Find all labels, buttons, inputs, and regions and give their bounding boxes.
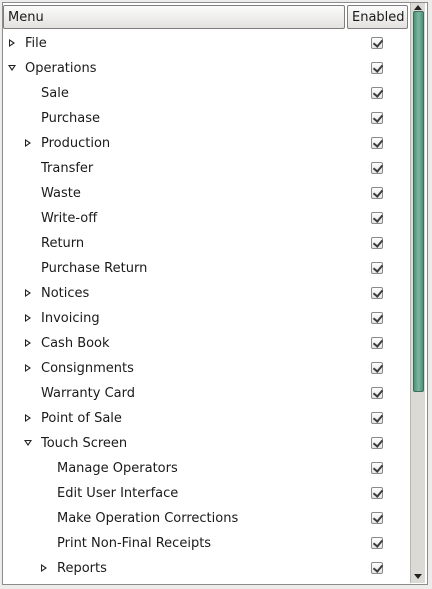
tree-row[interactable]: Warranty Card bbox=[3, 381, 408, 406]
tree-row-label: Write-off bbox=[41, 211, 98, 226]
tree-row[interactable]: Purchase Return bbox=[3, 256, 408, 281]
tree-row-label: Touch Screen bbox=[41, 436, 128, 451]
checkbox-checked-icon[interactable] bbox=[371, 62, 383, 74]
tree-row-label: Warranty Card bbox=[41, 386, 135, 401]
tree-row-label: Waste bbox=[41, 186, 81, 201]
scrollbar-thumb[interactable] bbox=[413, 11, 424, 392]
tree-row-label: Purchase Return bbox=[41, 261, 148, 276]
tree-row-label: Return bbox=[41, 236, 85, 251]
checkbox-checked-icon[interactable] bbox=[371, 162, 383, 174]
checkbox-checked-icon[interactable] bbox=[371, 262, 383, 274]
checkbox-checked-icon[interactable] bbox=[371, 137, 383, 149]
expander-collapsed-icon[interactable] bbox=[23, 363, 33, 373]
tree-row-label: Operations bbox=[25, 61, 97, 76]
tree-row[interactable]: Make Operation Corrections bbox=[3, 506, 408, 531]
tree-row[interactable]: Notices bbox=[3, 281, 408, 306]
tree-row[interactable]: Cash Book bbox=[3, 331, 408, 356]
column-header-enabled[interactable]: Enabled bbox=[347, 5, 408, 29]
tree-row[interactable]: Sale bbox=[3, 81, 408, 106]
expander-collapsed-icon[interactable] bbox=[7, 38, 17, 48]
tree-row-label: Make Operation Corrections bbox=[57, 511, 239, 526]
checkbox-checked-icon[interactable] bbox=[371, 387, 383, 399]
tree-row-label: Cash Book bbox=[41, 336, 110, 351]
checkbox-checked-icon[interactable] bbox=[371, 512, 383, 524]
tree-row[interactable]: Operations bbox=[3, 56, 408, 81]
tree-row[interactable]: Manage Operators bbox=[3, 456, 408, 481]
checkbox-checked-icon[interactable] bbox=[371, 287, 383, 299]
tree-row[interactable]: Consignments bbox=[3, 356, 408, 381]
checkbox-checked-icon[interactable] bbox=[371, 37, 383, 49]
checkbox-checked-icon[interactable] bbox=[371, 412, 383, 424]
checkbox-checked-icon[interactable] bbox=[371, 237, 383, 249]
column-header-bar: Menu Enabled bbox=[3, 3, 408, 29]
expander-collapsed-icon[interactable] bbox=[23, 413, 33, 423]
tree-row-label: Notices bbox=[41, 286, 90, 301]
tree-row-label: File bbox=[25, 36, 47, 51]
checkbox-checked-icon[interactable] bbox=[371, 362, 383, 374]
tree-row[interactable]: Return bbox=[3, 231, 408, 256]
checkbox-checked-icon[interactable] bbox=[371, 212, 383, 224]
tree-row-label: Invoicing bbox=[41, 311, 100, 326]
tree-row-label: Transfer bbox=[41, 161, 94, 176]
tree-row[interactable]: Purchase bbox=[3, 106, 408, 131]
checkbox-checked-icon[interactable] bbox=[371, 337, 383, 349]
checkbox-checked-icon[interactable] bbox=[371, 462, 383, 474]
tree-row-label: Manage Operators bbox=[57, 461, 178, 476]
tree-row-label: Sale bbox=[41, 86, 69, 101]
scroll-up-arrow-icon[interactable] bbox=[414, 5, 422, 10]
tree-row[interactable]: Write-off bbox=[3, 206, 408, 231]
checkbox-checked-icon[interactable] bbox=[371, 312, 383, 324]
expander-collapsed-icon[interactable] bbox=[23, 138, 33, 148]
tree-row-label: Reports bbox=[57, 561, 107, 576]
expander-expanded-icon[interactable] bbox=[7, 63, 17, 73]
tree-row[interactable]: Edit User Interface bbox=[3, 481, 408, 506]
expander-collapsed-icon[interactable] bbox=[39, 563, 49, 573]
expander-expanded-icon[interactable] bbox=[23, 438, 33, 448]
checkbox-checked-icon[interactable] bbox=[371, 112, 383, 124]
tree-row-label: Point of Sale bbox=[41, 411, 122, 426]
tree-rows: File Operations Sale Purchase Production Tran… bbox=[3, 31, 408, 581]
tree-row-label: Production bbox=[41, 136, 111, 151]
expander-collapsed-icon[interactable] bbox=[23, 313, 33, 323]
tree-row[interactable]: Invoicing bbox=[3, 306, 408, 331]
checkbox-checked-icon[interactable] bbox=[371, 487, 383, 499]
checkbox-checked-icon[interactable] bbox=[371, 437, 383, 449]
checkbox-checked-icon[interactable] bbox=[371, 537, 383, 549]
tree-row-label: Edit User Interface bbox=[57, 486, 179, 501]
tree-row[interactable]: Point of Sale bbox=[3, 406, 408, 431]
scroll-down-arrow-icon[interactable] bbox=[414, 574, 422, 579]
checkbox-checked-icon[interactable] bbox=[371, 187, 383, 199]
tree-row[interactable]: Reports bbox=[3, 556, 408, 581]
tree-row[interactable]: Transfer bbox=[3, 156, 408, 181]
tree-row[interactable]: File bbox=[3, 31, 408, 56]
expander-collapsed-icon[interactable] bbox=[23, 288, 33, 298]
tree-row[interactable]: Print Non-Final Receipts bbox=[3, 531, 408, 556]
column-header-menu[interactable]: Menu bbox=[3, 5, 345, 29]
tree-row-label: Consignments bbox=[41, 361, 134, 376]
tree-row[interactable]: Waste bbox=[3, 181, 408, 206]
tree-row-label: Print Non-Final Receipts bbox=[57, 536, 212, 551]
checkbox-checked-icon[interactable] bbox=[371, 562, 383, 574]
tree-row[interactable]: Touch Screen bbox=[3, 431, 408, 456]
checkbox-checked-icon[interactable] bbox=[371, 87, 383, 99]
expander-collapsed-icon[interactable] bbox=[23, 338, 33, 348]
tree-row[interactable]: Production bbox=[3, 131, 408, 156]
vertical-scrollbar[interactable] bbox=[410, 3, 425, 583]
tree-row-label: Purchase bbox=[41, 111, 101, 126]
